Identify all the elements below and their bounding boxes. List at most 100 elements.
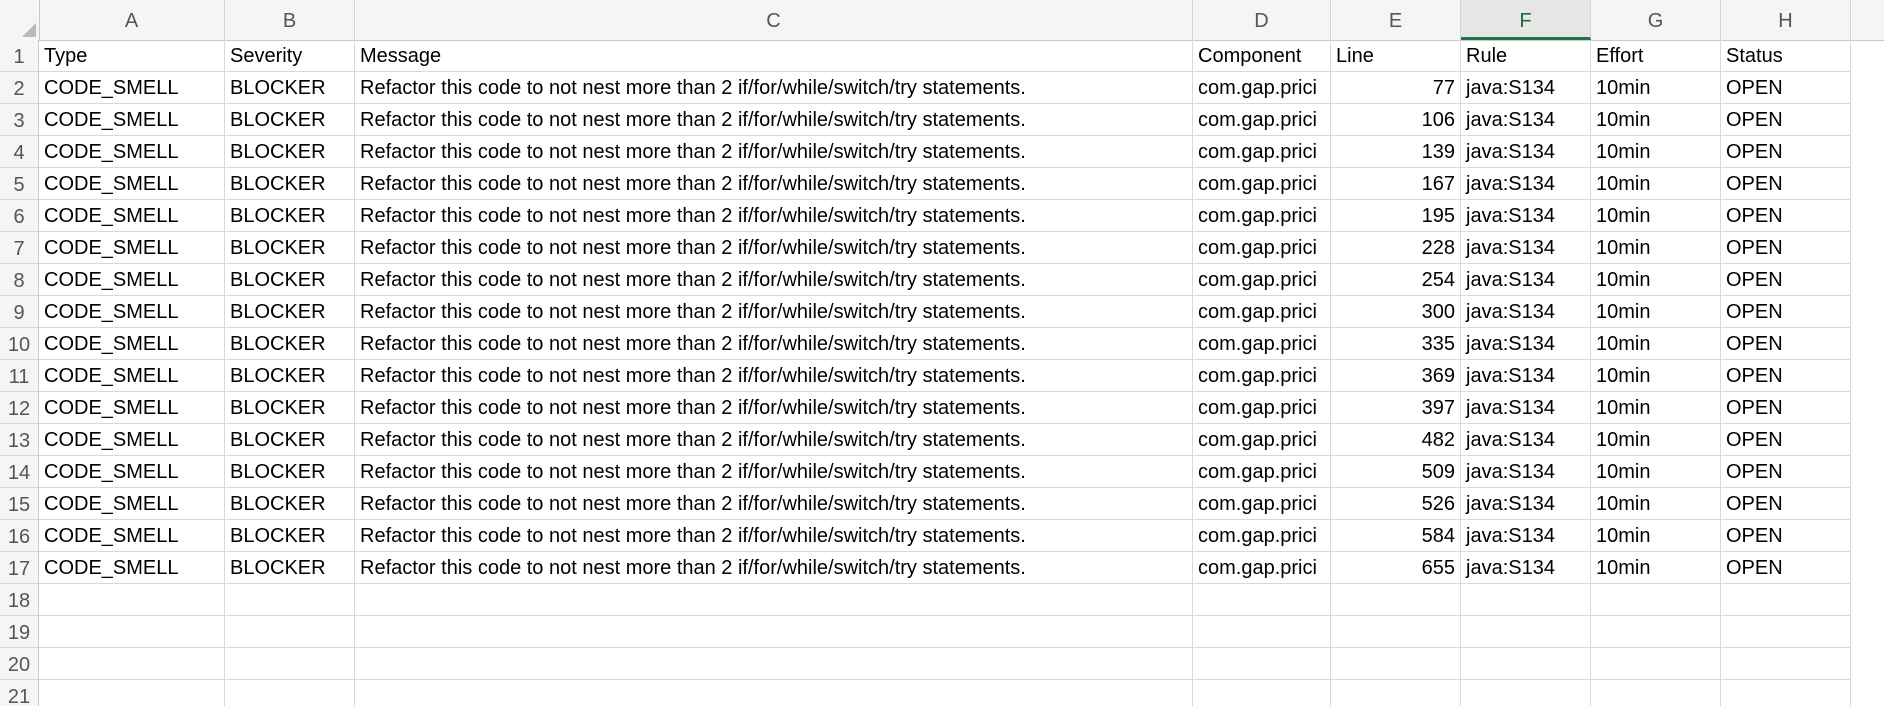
cell-e16[interactable]: 584 — [1331, 520, 1461, 552]
cell-h10[interactable]: OPEN — [1721, 328, 1851, 360]
empty-cell[interactable] — [1461, 584, 1591, 616]
cell-c3[interactable]: Refactor this code to not nest more than… — [355, 104, 1193, 136]
empty-cell[interactable] — [1331, 584, 1461, 616]
cell-b4[interactable]: BLOCKER — [225, 136, 355, 168]
header-cell-g[interactable]: Effort — [1591, 40, 1721, 72]
cell-c12[interactable]: Refactor this code to not nest more than… — [355, 392, 1193, 424]
select-all-corner[interactable] — [0, 0, 40, 40]
column-header-f[interactable]: F — [1461, 0, 1591, 40]
cell-h11[interactable]: OPEN — [1721, 360, 1851, 392]
cell-f12[interactable]: java:S134 — [1461, 392, 1591, 424]
empty-cell[interactable] — [1331, 680, 1461, 706]
empty-cell[interactable] — [39, 584, 225, 616]
cell-f15[interactable]: java:S134 — [1461, 488, 1591, 520]
row-header-16[interactable]: 16 — [0, 520, 39, 552]
cell-f14[interactable]: java:S134 — [1461, 456, 1591, 488]
empty-cell[interactable] — [1721, 680, 1851, 706]
row-header-13[interactable]: 13 — [0, 424, 39, 456]
cell-a3[interactable]: CODE_SMELL — [39, 104, 225, 136]
cell-g10[interactable]: 10min — [1591, 328, 1721, 360]
cell-e4[interactable]: 139 — [1331, 136, 1461, 168]
cell-g14[interactable]: 10min — [1591, 456, 1721, 488]
empty-cell[interactable] — [355, 648, 1193, 680]
row-header-15[interactable]: 15 — [0, 488, 39, 520]
cell-f6[interactable]: java:S134 — [1461, 200, 1591, 232]
empty-cell[interactable] — [1461, 648, 1591, 680]
cell-f9[interactable]: java:S134 — [1461, 296, 1591, 328]
cell-d11[interactable]: com.gap.prici — [1193, 360, 1331, 392]
empty-cell[interactable] — [1461, 680, 1591, 706]
cell-a13[interactable]: CODE_SMELL — [39, 424, 225, 456]
cell-b11[interactable]: BLOCKER — [225, 360, 355, 392]
empty-cell[interactable] — [225, 648, 355, 680]
header-cell-b[interactable]: Severity — [225, 40, 355, 72]
cell-c10[interactable]: Refactor this code to not nest more than… — [355, 328, 1193, 360]
cell-g8[interactable]: 10min — [1591, 264, 1721, 296]
empty-cell[interactable] — [1193, 616, 1331, 648]
empty-cell[interactable] — [39, 616, 225, 648]
empty-cell[interactable] — [225, 616, 355, 648]
cell-h5[interactable]: OPEN — [1721, 168, 1851, 200]
cell-d10[interactable]: com.gap.prici — [1193, 328, 1331, 360]
cell-h6[interactable]: OPEN — [1721, 200, 1851, 232]
cell-e12[interactable]: 397 — [1331, 392, 1461, 424]
cell-e5[interactable]: 167 — [1331, 168, 1461, 200]
column-header-a[interactable]: A — [39, 0, 225, 40]
empty-cell[interactable] — [225, 680, 355, 706]
cell-d6[interactable]: com.gap.prici — [1193, 200, 1331, 232]
empty-cell[interactable] — [1591, 680, 1721, 706]
cell-a15[interactable]: CODE_SMELL — [39, 488, 225, 520]
row-header-4[interactable]: 4 — [0, 136, 39, 168]
cell-b8[interactable]: BLOCKER — [225, 264, 355, 296]
cell-a8[interactable]: CODE_SMELL — [39, 264, 225, 296]
column-header-b[interactable]: B — [225, 0, 355, 40]
cell-c13[interactable]: Refactor this code to not nest more than… — [355, 424, 1193, 456]
row-header-1[interactable]: 1 — [0, 40, 39, 72]
cell-b15[interactable]: BLOCKER — [225, 488, 355, 520]
cell-h2[interactable]: OPEN — [1721, 72, 1851, 104]
cell-d2[interactable]: com.gap.prici — [1193, 72, 1331, 104]
empty-cell[interactable] — [1331, 616, 1461, 648]
cell-e7[interactable]: 228 — [1331, 232, 1461, 264]
cell-c14[interactable]: Refactor this code to not nest more than… — [355, 456, 1193, 488]
cell-b7[interactable]: BLOCKER — [225, 232, 355, 264]
cell-b17[interactable]: BLOCKER — [225, 552, 355, 584]
cell-f11[interactable]: java:S134 — [1461, 360, 1591, 392]
empty-cell[interactable] — [225, 584, 355, 616]
cell-h4[interactable]: OPEN — [1721, 136, 1851, 168]
cell-c17[interactable]: Refactor this code to not nest more than… — [355, 552, 1193, 584]
cell-f16[interactable]: java:S134 — [1461, 520, 1591, 552]
cell-c6[interactable]: Refactor this code to not nest more than… — [355, 200, 1193, 232]
cell-e14[interactable]: 509 — [1331, 456, 1461, 488]
cell-a12[interactable]: CODE_SMELL — [39, 392, 225, 424]
cell-g4[interactable]: 10min — [1591, 136, 1721, 168]
cell-e2[interactable]: 77 — [1331, 72, 1461, 104]
row-header-3[interactable]: 3 — [0, 104, 39, 136]
row-header-8[interactable]: 8 — [0, 264, 39, 296]
cell-f3[interactable]: java:S134 — [1461, 104, 1591, 136]
cell-e13[interactable]: 482 — [1331, 424, 1461, 456]
cell-d5[interactable]: com.gap.prici — [1193, 168, 1331, 200]
cell-c16[interactable]: Refactor this code to not nest more than… — [355, 520, 1193, 552]
cell-a11[interactable]: CODE_SMELL — [39, 360, 225, 392]
cell-c11[interactable]: Refactor this code to not nest more than… — [355, 360, 1193, 392]
cell-b5[interactable]: BLOCKER — [225, 168, 355, 200]
header-cell-e[interactable]: Line — [1331, 40, 1461, 72]
cell-g9[interactable]: 10min — [1591, 296, 1721, 328]
cell-e11[interactable]: 369 — [1331, 360, 1461, 392]
row-header-17[interactable]: 17 — [0, 552, 39, 584]
column-header-d[interactable]: D — [1193, 0, 1331, 40]
empty-cell[interactable] — [1721, 584, 1851, 616]
cell-c2[interactable]: Refactor this code to not nest more than… — [355, 72, 1193, 104]
cell-d8[interactable]: com.gap.prici — [1193, 264, 1331, 296]
cell-e9[interactable]: 300 — [1331, 296, 1461, 328]
empty-cell[interactable] — [1461, 616, 1591, 648]
empty-cell[interactable] — [39, 680, 225, 706]
cell-g13[interactable]: 10min — [1591, 424, 1721, 456]
cell-d14[interactable]: com.gap.prici — [1193, 456, 1331, 488]
header-cell-h[interactable]: Status — [1721, 40, 1851, 72]
row-header-21[interactable]: 21 — [0, 680, 39, 706]
cell-g2[interactable]: 10min — [1591, 72, 1721, 104]
cell-a9[interactable]: CODE_SMELL — [39, 296, 225, 328]
cell-d9[interactable]: com.gap.prici — [1193, 296, 1331, 328]
